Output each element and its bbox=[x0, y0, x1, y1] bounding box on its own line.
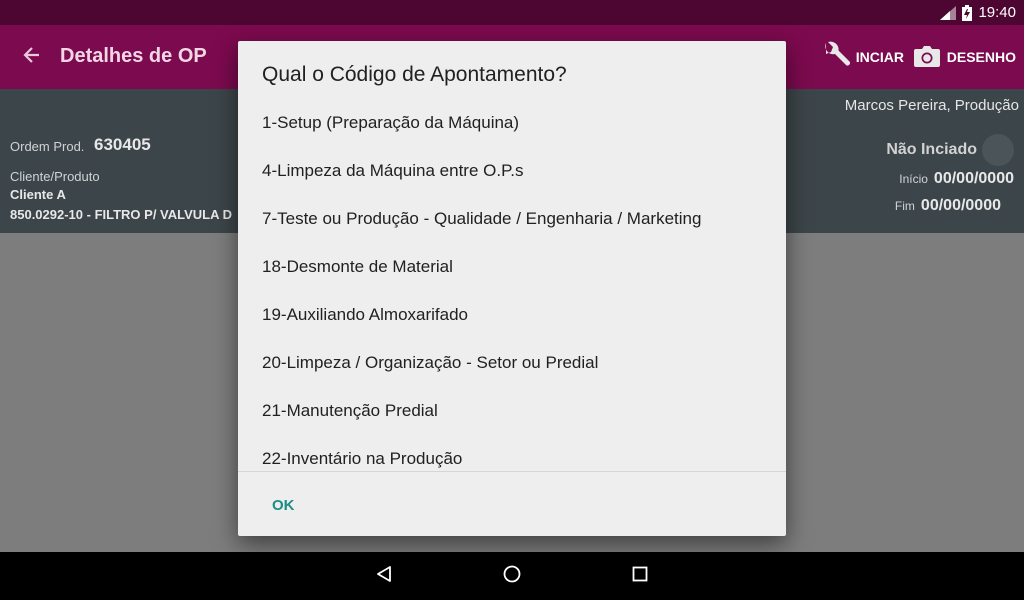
end-date-value: 00/00/0000 bbox=[920, 197, 1001, 214]
page-title: Detalhes de OP bbox=[60, 45, 207, 67]
list-item[interactable]: 18-Desmonte de Material bbox=[238, 243, 786, 291]
op-label: Ordem Prod. bbox=[10, 139, 85, 154]
drawing-button[interactable]: DESENHO bbox=[913, 41, 1016, 73]
back-button[interactable] bbox=[18, 43, 46, 71]
list-item[interactable]: 19-Auxiliando Almoxarifado bbox=[238, 291, 786, 339]
end-date-label: Fim bbox=[894, 199, 915, 213]
triangle-back-icon bbox=[375, 565, 393, 588]
ok-button[interactable]: OK bbox=[256, 487, 311, 523]
start-button[interactable]: INCIAR bbox=[820, 41, 904, 73]
dialog-title: Qual o Código de Apontamento? bbox=[262, 63, 567, 86]
circle-home-icon bbox=[502, 564, 522, 589]
square-recent-icon bbox=[631, 565, 649, 588]
arrow-left-icon bbox=[22, 45, 42, 70]
nav-home-button[interactable] bbox=[500, 564, 524, 588]
nav-back-button[interactable] bbox=[372, 564, 396, 588]
clock: 19:40 bbox=[978, 4, 1016, 21]
drawing-label: DESENHO bbox=[946, 49, 1016, 65]
list-item[interactable]: 4-Limpeza da Máquina entre O.P.s bbox=[238, 147, 786, 195]
start-date-value: 00/00/0000 bbox=[933, 170, 1014, 187]
camera-icon bbox=[913, 44, 941, 71]
battery-icon bbox=[962, 4, 973, 21]
start-date-label: Início bbox=[899, 172, 928, 186]
end-date-row: Fim 00/00/0000 bbox=[895, 197, 1001, 215]
list-item[interactable]: 22-Inventário na Produção bbox=[238, 435, 786, 471]
list-item[interactable]: 1-Setup (Preparação da Máquina) bbox=[238, 99, 786, 147]
dialog-divider bbox=[238, 471, 786, 472]
option-list[interactable]: 1-Setup (Preparação da Máquina) 4-Limpez… bbox=[238, 99, 786, 471]
product-name: 850.0292-10 - FILTRO P/ VALVULA D bbox=[10, 207, 233, 222]
start-date-row: Início 00/00/0000 bbox=[899, 170, 1014, 188]
status-bar: 19:40 bbox=[0, 0, 1024, 25]
nav-recent-button[interactable] bbox=[628, 564, 652, 588]
status-indicators: 19:40 bbox=[940, 0, 1016, 25]
signal-icon bbox=[940, 5, 957, 20]
status-indicator bbox=[982, 134, 1014, 166]
start-label: INCIAR bbox=[855, 49, 904, 65]
wrench-icon bbox=[820, 41, 850, 74]
system-nav-bar bbox=[0, 552, 1024, 600]
client-product-label: Cliente/Produto bbox=[10, 169, 100, 184]
list-item[interactable]: 20-Limpeza / Organização - Setor ou Pred… bbox=[238, 339, 786, 387]
user-label: Marcos Pereira, Produção bbox=[844, 97, 1019, 114]
op-status: Não Inciado bbox=[886, 141, 977, 158]
op-number: 630405 bbox=[94, 135, 151, 154]
client-name: Cliente A bbox=[10, 187, 66, 202]
code-dialog: Qual o Código de Apontamento? 1-Setup (P… bbox=[238, 41, 786, 536]
list-item[interactable]: 21-Manutenção Predial bbox=[238, 387, 786, 435]
list-item[interactable]: 7-Teste ou Produção - Qualidade / Engenh… bbox=[238, 195, 786, 243]
